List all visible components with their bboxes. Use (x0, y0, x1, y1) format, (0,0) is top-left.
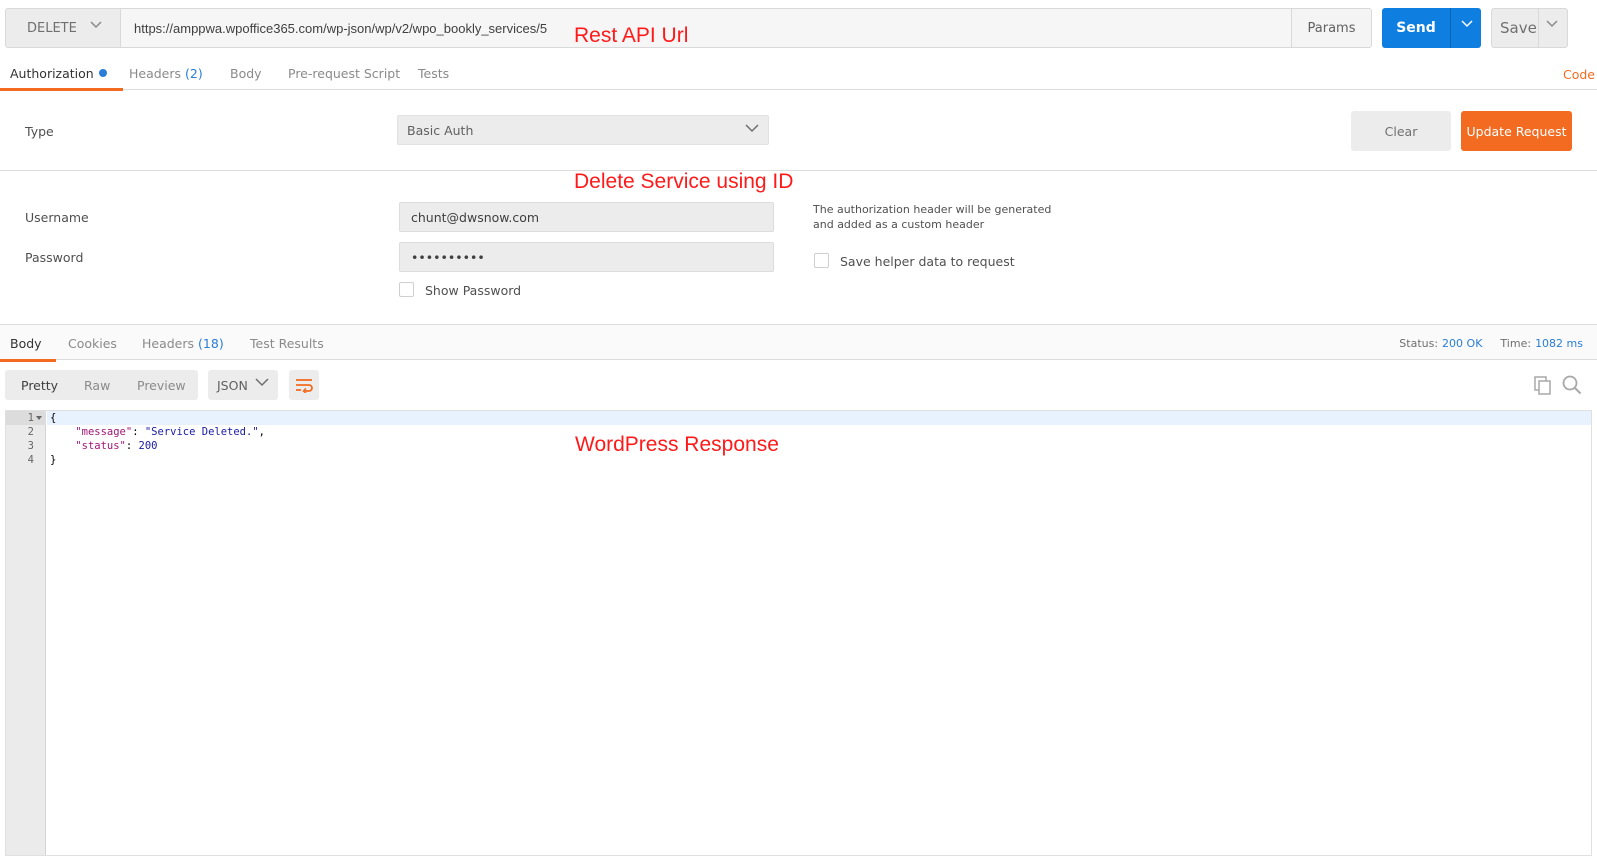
time-value: 1082 ms (1535, 336, 1583, 350)
json-key: "status" (75, 440, 126, 452)
tab-prerequest-label: Pre-request Script (288, 65, 401, 81)
time-label: Time: (1500, 336, 1532, 350)
save-helper-checkbox[interactable] (814, 253, 829, 268)
json-number-value: 200 (138, 440, 158, 452)
chevron-down-icon (745, 124, 759, 133)
tab-headers-count: (2) (185, 65, 203, 81)
send-label: Send (1396, 20, 1436, 36)
active-tab-indicator (0, 88, 123, 91)
tab-test-results[interactable]: Test Results (250, 325, 324, 361)
section-divider (0, 170, 1597, 171)
json-string-value: "Service Deleted." (144, 426, 259, 438)
save-helper-label: Save helper data to request (840, 254, 1015, 269)
wrap-lines-button[interactable] (289, 370, 319, 400)
tab-headers[interactable]: Headers (2) (129, 56, 203, 90)
tab-body[interactable]: Body (230, 56, 262, 90)
password-value: •••••••••• (411, 249, 485, 265)
tab-authorization-label: Authorization (10, 65, 94, 81)
response-body-editor[interactable]: 1 2 3 4 { "message": "Service Deleted.",… (5, 410, 1592, 856)
params-label: Params (1307, 20, 1356, 36)
tab-response-headers-label: Headers (142, 335, 195, 351)
format-value: JSON (217, 377, 248, 393)
save-label: Save (1500, 19, 1537, 37)
show-password-label: Show Password (425, 283, 522, 298)
auth-type-select[interactable]: Basic Auth (397, 115, 769, 145)
username-value: chunt@dwsnow.com (411, 209, 540, 225)
annotation-url-note: Rest API Url (574, 24, 689, 47)
update-request-button[interactable]: Update Request (1461, 111, 1572, 151)
save-button[interactable]: Save (1491, 8, 1568, 48)
auth-type-label: Type (25, 124, 54, 139)
response-tabs: Body Cookies Headers (18) Test Results S… (0, 324, 1597, 362)
request-tabs: Authorization Headers (2) Body Pre-reque… (0, 56, 1597, 91)
tab-prerequest-script[interactable]: Pre-request Script (288, 56, 400, 90)
username-label: Username (25, 210, 89, 225)
wrap-lines-icon (296, 379, 313, 393)
tab-cookies-label: Cookies (68, 335, 117, 351)
show-password-checkbox[interactable] (399, 282, 414, 297)
tab-authorization[interactable]: Authorization (0, 56, 123, 91)
save-divider (1538, 9, 1539, 47)
params-button[interactable]: Params (1291, 8, 1372, 48)
password-label: Password (25, 250, 84, 265)
update-request-label: Update Request (1466, 123, 1567, 139)
view-preview-button[interactable]: Preview (137, 370, 186, 400)
response-meta: Status: 200 OK Time: 1082 ms (1399, 325, 1583, 361)
chevron-down-icon (255, 378, 269, 387)
clear-label: Clear (1384, 123, 1418, 139)
chevron-down-icon[interactable] (1461, 20, 1473, 28)
status-label: Status: (1399, 336, 1439, 350)
line-number-gutter: 1 2 3 4 (6, 411, 46, 855)
chevron-down-icon (90, 21, 102, 29)
format-select[interactable]: JSON (208, 370, 278, 400)
username-input[interactable]: chunt@dwsnow.com (399, 202, 774, 232)
tab-cookies[interactable]: Cookies (68, 325, 117, 361)
url-text: https://amppwa.wpoffice365.com/wp-json/w… (134, 20, 548, 36)
search-icon[interactable] (1562, 375, 1582, 395)
tab-test-results-label: Test Results (250, 335, 324, 351)
send-button[interactable]: Send (1382, 8, 1481, 48)
json-brace: { (50, 412, 57, 424)
code-link[interactable]: Code (1563, 67, 1595, 82)
tab-tests[interactable]: Tests (418, 56, 449, 90)
tab-headers-label: Headers (129, 65, 182, 81)
view-raw-button[interactable]: Raw (84, 370, 110, 400)
tab-response-body-label: Body (10, 335, 42, 351)
code-line: "status": 200 (75, 440, 158, 452)
password-input[interactable]: •••••••••• (399, 242, 774, 272)
json-key: "message" (75, 426, 133, 438)
url-input[interactable]: https://amppwa.wpoffice365.com/wp-json/w… (121, 8, 1319, 48)
status-value: 200 OK (1442, 336, 1483, 350)
auth-type-value: Basic Auth (407, 122, 474, 138)
tab-body-label: Body (230, 65, 262, 81)
tab-response-body[interactable]: Body (0, 325, 56, 362)
clear-button[interactable]: Clear (1351, 111, 1451, 151)
line-number: 2 (27, 426, 34, 438)
fold-arrow-icon[interactable] (36, 416, 42, 420)
view-pretty-button[interactable]: Pretty (21, 370, 58, 400)
auth-helper-text: The authorization header will be generat… (813, 203, 1052, 231)
annotation-delete-note: Delete Service using ID (574, 170, 794, 193)
code-line: } (50, 453, 56, 467)
line-number: 3 (27, 440, 34, 452)
method-dropdown[interactable]: DELETE (5, 8, 121, 48)
tab-response-headers-count: (18) (198, 335, 224, 351)
annotation-response-note: WordPress Response (575, 433, 779, 456)
code-line: { (50, 411, 56, 425)
request-url-bar: DELETE https://amppwa.wpoffice365.com/wp… (5, 8, 1592, 48)
response-view-toggle: Pretty Raw Preview (5, 370, 198, 400)
send-divider (1450, 8, 1451, 48)
current-line-highlight (47, 411, 1591, 425)
copy-icon[interactable] (1534, 376, 1552, 395)
tab-response-headers[interactable]: Headers (18) (142, 325, 224, 361)
code-line: "message": "Service Deleted.", (75, 426, 265, 438)
line-number: 4 (27, 454, 34, 466)
modified-dot-icon (98, 69, 107, 77)
json-brace: } (50, 454, 57, 466)
active-tab-indicator (0, 359, 56, 362)
tab-tests-label: Tests (418, 65, 450, 81)
chevron-down-icon[interactable] (1546, 20, 1558, 28)
method-label: DELETE (27, 20, 77, 36)
